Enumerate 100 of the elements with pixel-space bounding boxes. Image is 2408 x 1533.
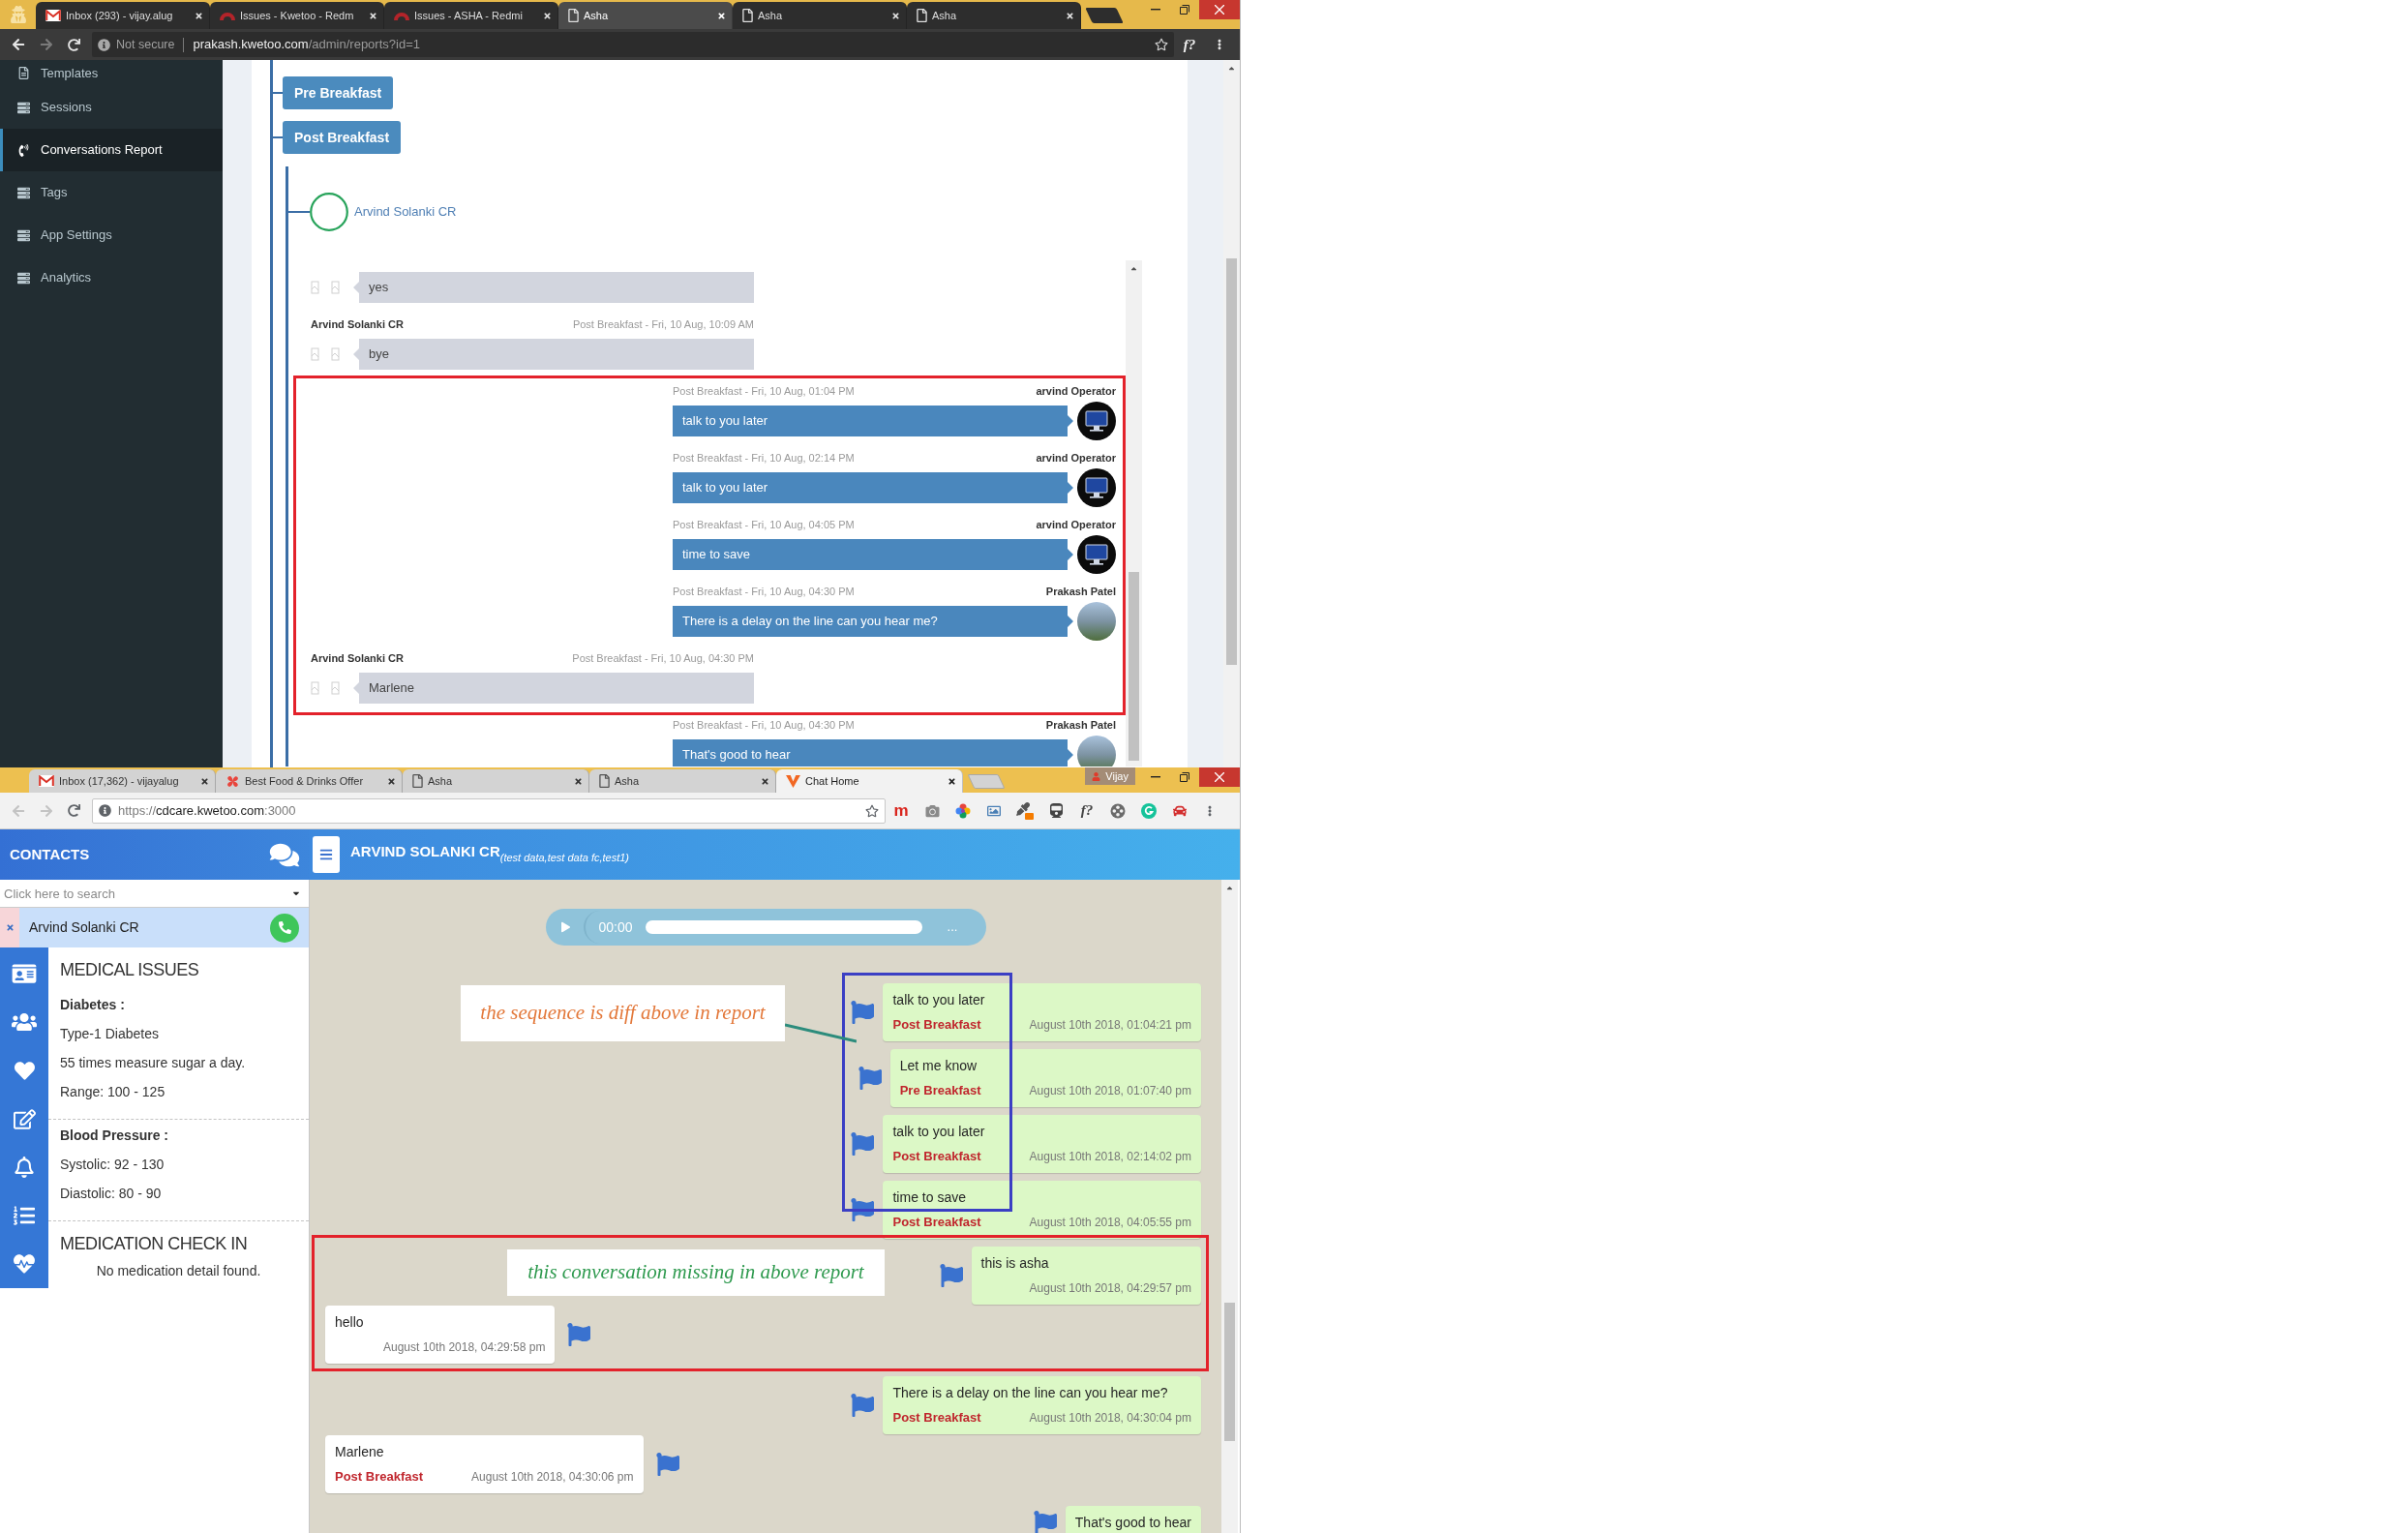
empty-message: No medication detail found.	[95, 1262, 262, 1280]
tab-close-icon[interactable]	[717, 11, 726, 20]
message-time: Post Breakfast - Fri, 10 Aug, 04:05 PM	[673, 518, 855, 531]
reload-icon[interactable]	[68, 38, 80, 51]
sender-name: Arvind Solanki CR	[311, 317, 404, 331]
info-icon[interactable]	[98, 38, 110, 51]
flower-icon[interactable]	[955, 802, 971, 819]
tab-close-icon[interactable]	[761, 776, 769, 786]
contact-item[interactable]: Arvind Solanki CR	[0, 908, 309, 947]
detail-text: Type-1 Diabetes	[59, 1025, 160, 1043]
flag-icon[interactable]	[567, 1323, 591, 1346]
sidebar-item[interactable]: Analytics	[0, 256, 223, 299]
tab-close-icon[interactable]	[200, 776, 209, 786]
back-icon[interactable]	[12, 38, 25, 51]
menu-icon[interactable]	[1208, 803, 1212, 818]
message-text: That's good to hear	[1074, 1514, 1191, 1532]
chat-bubbles-icon[interactable]	[269, 841, 300, 868]
film-reel-icon[interactable]	[1110, 802, 1126, 819]
info-icon[interactable]	[99, 804, 111, 817]
extension-button[interactable]: f?	[1080, 803, 1094, 818]
sidebar-item[interactable]: Templates	[0, 60, 223, 86]
address-field[interactable]: https://cdcare.kwetoo.com:3000	[92, 797, 886, 824]
train-icon[interactable]	[1049, 803, 1063, 818]
eyedropper-icon[interactable]	[1016, 801, 1034, 820]
scrollbar[interactable]	[1223, 60, 1240, 767]
flag-icon[interactable]	[655, 1453, 679, 1476]
participant-name[interactable]: Arvind Solanki CR	[354, 202, 457, 222]
arc-logo-icon	[220, 11, 235, 20]
session-label: Post Breakfast	[335, 1468, 424, 1487]
heart-icon[interactable]	[13, 1060, 36, 1081]
scrollbar-thumb[interactable]	[1129, 572, 1139, 761]
message-time: Post Breakfast - Fri, 10 Aug, 04:30 PM	[673, 718, 855, 732]
message-bubble: That's good to hear	[673, 739, 1073, 766]
flag-icon[interactable]	[851, 1001, 875, 1024]
tab-close-icon[interactable]	[1066, 11, 1074, 20]
image-icon[interactable]	[986, 803, 1002, 818]
browser-tab[interactable]: Asha	[558, 2, 733, 29]
flag-icon[interactable]	[1033, 1511, 1057, 1533]
browser-tab[interactable]: Best Food & Drinks Offer	[216, 769, 403, 793]
menu-icon[interactable]	[1218, 38, 1221, 51]
browser-tab[interactable]: Issues - ASHA - Redmi	[384, 2, 558, 29]
scrollbar[interactable]	[1221, 880, 1238, 1533]
audio-progress-track[interactable]	[645, 920, 922, 934]
scrollbar[interactable]	[1126, 260, 1142, 766]
browser-tab[interactable]: Issues - Kwetoo - Redm	[210, 2, 384, 29]
tab-close-icon[interactable]	[891, 11, 900, 20]
browser-tab[interactable]: Asha	[403, 769, 589, 793]
extension-button[interactable]: m	[893, 802, 909, 819]
flag-icon[interactable]	[858, 1067, 882, 1090]
browser-tab[interactable]: Inbox (17,362) - vijayalug	[29, 769, 216, 793]
remove-contact-button[interactable]	[0, 908, 19, 947]
grammar-check-icon[interactable]	[1141, 802, 1157, 819]
id-card-icon[interactable]	[12, 963, 37, 984]
session-button[interactable]: Pre Breakfast	[283, 76, 394, 109]
browser-tab[interactable]: Asha	[733, 2, 907, 29]
menu-button[interactable]	[313, 836, 340, 873]
reload-icon[interactable]	[68, 804, 80, 817]
scroll-up-arrow-icon[interactable]	[1129, 264, 1138, 273]
bookmark-star-icon[interactable]	[1155, 38, 1168, 51]
car-icon[interactable]	[1172, 803, 1188, 818]
message-time: Post Breakfast - Fri, 10 Aug, 01:04 PM	[673, 384, 855, 398]
camera-icon[interactable]	[924, 803, 940, 818]
bookmark-star-icon[interactable]	[865, 803, 879, 818]
scrollbar-thumb[interactable]	[1226, 258, 1237, 665]
browser-tab[interactable]: Inbox (293) - vijay.alug	[36, 2, 210, 29]
sidebar-item[interactable]: App Settings	[0, 214, 223, 256]
session-button[interactable]: Post Breakfast	[283, 121, 402, 154]
tab-close-icon[interactable]	[369, 11, 377, 20]
monitor-avatar-icon	[1077, 402, 1116, 440]
address-field[interactable]: Not secure prakash.kwetoo.com/admin/reports?id=1	[92, 32, 1174, 57]
flag-icon[interactable]	[851, 1198, 875, 1221]
flag-icon[interactable]	[939, 1264, 963, 1287]
url-text: https://cdcare.kwetoo.com:3000	[118, 801, 296, 820]
browser-tab[interactable]: Asha	[907, 2, 1081, 29]
sidebar-item[interactable]: Tags	[0, 171, 223, 214]
group-icon[interactable]	[12, 1011, 37, 1033]
bell-icon[interactable]	[15, 1157, 34, 1178]
tab-close-icon[interactable]	[387, 776, 396, 786]
flag-icon[interactable]	[851, 1394, 875, 1417]
close-button[interactable]	[1199, 0, 1240, 19]
new-tab-button[interactable]	[1085, 8, 1124, 23]
browser-tab[interactable]: Chat Home	[776, 769, 963, 793]
scroll-up-arrow-icon[interactable]	[1227, 64, 1236, 73]
scrollbar-thumb[interactable]	[1224, 1303, 1235, 1441]
tab-close-icon[interactable]	[543, 11, 552, 20]
sidebar-item[interactable]: Sessions	[0, 86, 223, 129]
extension-button[interactable]: f?	[1183, 37, 1196, 52]
flag-icon[interactable]	[851, 1132, 875, 1156]
numbered-list-icon[interactable]	[14, 1205, 35, 1226]
close-button[interactable]	[1199, 767, 1240, 787]
message-time: August 10th 2018, 04:30:04 pm	[1028, 1410, 1191, 1427]
tab-close-icon[interactable]	[948, 776, 956, 786]
tab-close-icon[interactable]	[574, 776, 583, 786]
sidebar-item[interactable]: Conversations Report	[0, 129, 223, 171]
envelope-icon	[39, 775, 54, 787]
browser-tab[interactable]: Asha	[589, 769, 776, 793]
scroll-up-arrow-icon[interactable]	[1225, 884, 1234, 892]
edit-icon[interactable]	[13, 1108, 36, 1129]
heartbeat-icon[interactable]	[13, 1253, 36, 1275]
tab-close-icon[interactable]	[195, 11, 203, 20]
